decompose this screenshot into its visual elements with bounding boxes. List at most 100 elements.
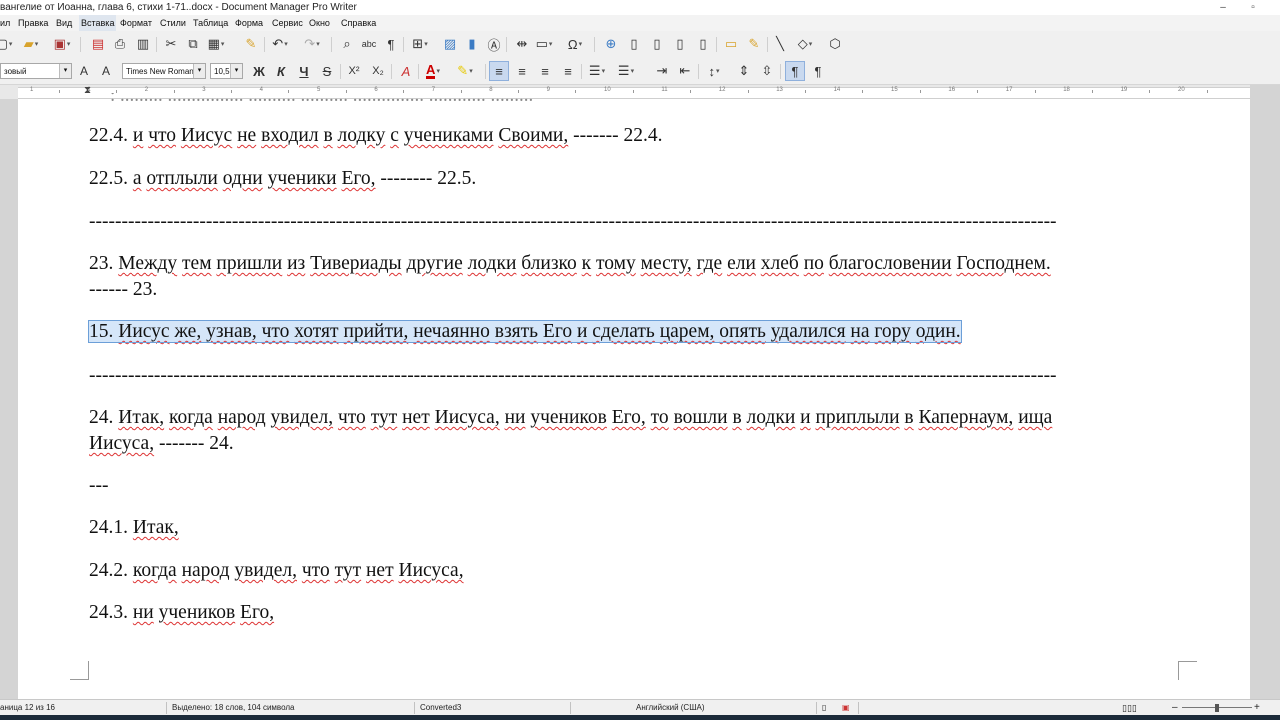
highlight-color-icon[interactable]: ✎ ▾ <box>455 61 475 81</box>
new-document-icon[interactable]: ▢ ▾ <box>0 34 14 54</box>
cut-icon[interactable]: ✂ <box>161 34 181 54</box>
insert-chart-icon[interactable]: ▮ <box>462 34 482 54</box>
document-line[interactable]: 24. Итак, когда народ увидел, что тут не… <box>89 405 1052 431</box>
font-size-combo[interactable]: 10,5 ▾ <box>210 63 243 79</box>
page-break-icon[interactable]: ⇹ <box>512 34 532 54</box>
redo-icon[interactable]: ↷ ▾ <box>302 34 322 54</box>
left-to-right-icon[interactable]: ¶ <box>785 61 805 81</box>
document-line[interactable]: ----------------------------------------… <box>89 209 1057 235</box>
document-line[interactable]: 24.1. Итак, <box>89 515 179 541</box>
paragraph-spacing-decrease-icon[interactable]: ⇳ <box>757 61 777 81</box>
update-style-icon[interactable]: A <box>74 61 94 81</box>
status-word-count[interactable]: Выделено: 18 слов, 104 символа <box>172 700 294 716</box>
insert-image-icon[interactable]: ▨ <box>440 34 460 54</box>
menu-table[interactable]: Таблица <box>191 15 230 31</box>
chevron-down-icon[interactable]: ▾ <box>193 64 205 78</box>
document-modified-icon[interactable]: ▣ <box>842 700 850 716</box>
undo-icon[interactable]: ↶ ▾ <box>270 34 290 54</box>
paragraph-spacing-increase-icon[interactable]: ⇕ <box>734 61 754 81</box>
italic-button[interactable]: К <box>271 61 291 81</box>
zoom-slider-handle[interactable] <box>1215 704 1219 712</box>
paste-icon[interactable]: ▦ ▾ <box>206 34 226 54</box>
clone-formatting-icon[interactable]: ✎ <box>241 34 261 54</box>
selected-text-line[interactable]: 15. Иисус же, узнав, что хотят прийти, н… <box>88 319 962 345</box>
align-right-button[interactable]: ≡ <box>535 61 555 81</box>
document-line[interactable]: 22.4. и что Иисус не входил в лодку с уч… <box>89 123 662 149</box>
document-line[interactable]: 22.5. а отплыли одни ученики Его, ------… <box>89 166 476 192</box>
superscript-button[interactable]: X² <box>344 61 364 81</box>
numbered-list-icon[interactable]: ☰ ▾ <box>616 61 636 81</box>
status-page-style[interactable]: Converted3 <box>420 700 461 716</box>
indent-marker-icon[interactable]: ⧗ <box>84 85 91 96</box>
chevron-down-icon[interactable]: ▾ <box>230 64 242 78</box>
document-line[interactable]: 23. Между тем пришли из Тивериады другие… <box>89 251 1051 277</box>
endnote-icon[interactable]: ▯ <box>647 34 667 54</box>
align-center-button[interactable]: ≡ <box>512 61 532 81</box>
menu-form[interactable]: Форма <box>233 15 265 31</box>
bold-button[interactable]: Ж <box>249 61 269 81</box>
insert-field-icon[interactable]: ▭ ▾ <box>534 34 554 54</box>
font-name-combo[interactable]: Times New Roman ▾ <box>122 63 206 79</box>
document-line[interactable]: Иисуса, ------- 24. <box>89 431 234 457</box>
document-line[interactable]: 24.3. ни учеников Его, <box>89 600 274 626</box>
justify-button[interactable]: ≡ <box>558 61 578 81</box>
print-icon[interactable]: ⎙ <box>110 34 130 54</box>
menu-view[interactable]: Вид <box>54 15 74 31</box>
document-canvas[interactable]: : ......... ................ .......... … <box>0 93 1280 699</box>
insert-textbox-icon[interactable]: Ⓐ <box>484 34 504 54</box>
align-left-button[interactable]: ≡ <box>489 61 509 81</box>
chevron-down-icon[interactable]: ▾ <box>59 64 71 78</box>
right-to-left-icon[interactable]: ¶ <box>808 61 828 81</box>
menu-file[interactable]: ил <box>0 15 12 31</box>
track-changes-icon[interactable]: ✎ <box>744 34 764 54</box>
export-pdf-icon[interactable]: ▤ <box>88 34 108 54</box>
document-line[interactable]: ----------------------------------------… <box>89 363 1057 389</box>
document-line[interactable]: ------ 23. <box>89 277 157 303</box>
menu-format[interactable]: Формат <box>118 15 154 31</box>
menu-help[interactable]: Справка <box>339 15 378 31</box>
menu-tools[interactable]: Сервис <box>270 15 305 31</box>
find-replace-icon[interactable]: ⌕ <box>337 34 357 54</box>
bookmark-icon[interactable]: ▯ <box>670 34 690 54</box>
shapes-icon[interactable]: ◇ ▾ <box>795 34 815 54</box>
menu-edit[interactable]: Правка <box>16 15 50 31</box>
print-preview-icon[interactable]: ▥ <box>133 34 153 54</box>
open-folder-icon[interactable]: ▰ ▾ <box>21 34 41 54</box>
insert-table-icon[interactable]: ⊞ ▾ <box>410 34 430 54</box>
insert-mode-icon[interactable]: ▯ <box>822 700 826 716</box>
zoom-in-button[interactable]: + <box>1254 700 1260 716</box>
formatting-marks-icon[interactable]: ¶ <box>381 34 401 54</box>
special-character-icon[interactable]: Ω ▾ <box>565 34 585 54</box>
menu-insert[interactable]: Вставка <box>79 15 117 31</box>
document-page[interactable]: : ......... ................ .......... … <box>18 93 1250 699</box>
bullet-list-icon[interactable]: ☰ ▾ <box>587 61 607 81</box>
subscript-button[interactable]: X₂ <box>368 61 388 81</box>
hyperlink-icon[interactable]: ⊕ <box>601 34 621 54</box>
draw-functions-icon[interactable]: ⬡ <box>825 34 845 54</box>
underline-button[interactable]: Ч <box>294 61 314 81</box>
restore-button[interactable]: ▫ <box>1238 0 1268 15</box>
document-line[interactable]: --- <box>89 473 108 499</box>
footnote-icon[interactable]: ▯ <box>624 34 644 54</box>
paragraph-style-combo[interactable]: зовый ▾ <box>0 63 72 79</box>
document-line[interactable]: 24.2. когда народ увидел, что тут нет Ии… <box>89 558 464 584</box>
view-layout-icon[interactable]: ▯▯▯ <box>1122 700 1137 716</box>
minimize-button[interactable]: – <box>1208 0 1238 15</box>
status-language[interactable]: Английский (США) <box>636 700 705 716</box>
line-spacing-icon[interactable]: ↕ ▾ <box>704 61 724 81</box>
save-icon[interactable]: ▣ ▾ <box>52 34 72 54</box>
strikethrough-button[interactable]: S <box>317 61 337 81</box>
new-style-icon[interactable]: A <box>96 61 116 81</box>
line-icon[interactable]: ╲ <box>770 34 790 54</box>
indent-increase-icon[interactable]: ⇥ <box>652 61 672 81</box>
clear-formatting-icon[interactable]: A <box>396 61 416 81</box>
comment-icon[interactable]: ▭ <box>721 34 741 54</box>
status-page-number[interactable]: аница 12 из 16 <box>0 700 55 716</box>
indent-decrease-icon[interactable]: ⇤ <box>675 61 695 81</box>
spellcheck-icon[interactable]: abc <box>359 34 379 54</box>
cross-reference-icon[interactable]: ▯ <box>693 34 713 54</box>
font-color-icon[interactable]: A ▾ <box>423 61 443 81</box>
copy-icon[interactable]: ⧉ <box>183 34 203 54</box>
menu-styles[interactable]: Стили <box>158 15 188 31</box>
vertical-scrollbar[interactable] <box>1250 85 1280 699</box>
